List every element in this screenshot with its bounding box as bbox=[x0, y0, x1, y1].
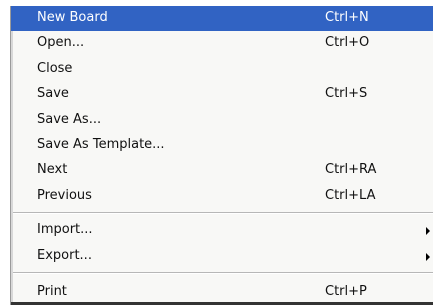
menu-item-label: Export... bbox=[37, 247, 92, 263]
menu-item-shortcut: Ctrl+LA bbox=[325, 187, 376, 203]
menu-item-new-board[interactable]: New Board Ctrl+N bbox=[11, 6, 433, 32]
menu-item-open[interactable]: Open... Ctrl+O bbox=[11, 31, 433, 56]
file-menu: New Board Ctrl+N Open... Ctrl+O Close Sa… bbox=[10, 6, 433, 305]
menu-item-save[interactable]: Save Ctrl+S bbox=[11, 82, 433, 107]
menu-item-save-as[interactable]: Save As... bbox=[11, 108, 433, 133]
menu-item-label: Open... bbox=[37, 35, 85, 51]
menu-separator bbox=[11, 269, 433, 278]
menu-item-save-as-template[interactable]: Save As Template... bbox=[11, 133, 433, 158]
menu-item-label: Close bbox=[37, 60, 73, 76]
menu-item-shortcut: Ctrl+P bbox=[325, 283, 367, 299]
menu-item-export[interactable]: Export... bbox=[11, 244, 433, 269]
menu-item-label: Save bbox=[37, 86, 69, 102]
menu-item-label: Print bbox=[37, 283, 67, 299]
menu-item-next[interactable]: Next Ctrl+RA bbox=[11, 158, 433, 183]
menu-item-label: Import... bbox=[37, 222, 93, 238]
menu-item-close[interactable]: Close bbox=[11, 57, 433, 82]
submenu-arrow-icon bbox=[426, 252, 430, 261]
menu-item-shortcut: Ctrl+S bbox=[325, 86, 368, 102]
menu-item-print[interactable]: Print Ctrl+P bbox=[11, 278, 433, 300]
submenu-arrow-icon bbox=[426, 227, 430, 236]
menu-separator bbox=[11, 209, 433, 218]
menu-item-label: Next bbox=[37, 162, 68, 178]
menu-item-label: Save As... bbox=[37, 111, 102, 127]
menu-item-label: Previous bbox=[37, 187, 92, 203]
menu-item-label: New Board bbox=[37, 10, 108, 25]
menu-item-shortcut: Ctrl+O bbox=[325, 35, 370, 51]
menu-item-shortcut: Ctrl+RA bbox=[325, 162, 377, 178]
menu-item-import[interactable]: Import... bbox=[11, 218, 433, 243]
menu-item-shortcut: Ctrl+N bbox=[325, 10, 369, 25]
menu-item-previous[interactable]: Previous Ctrl+LA bbox=[11, 184, 433, 209]
menu-item-label: Save As Template... bbox=[37, 136, 165, 152]
